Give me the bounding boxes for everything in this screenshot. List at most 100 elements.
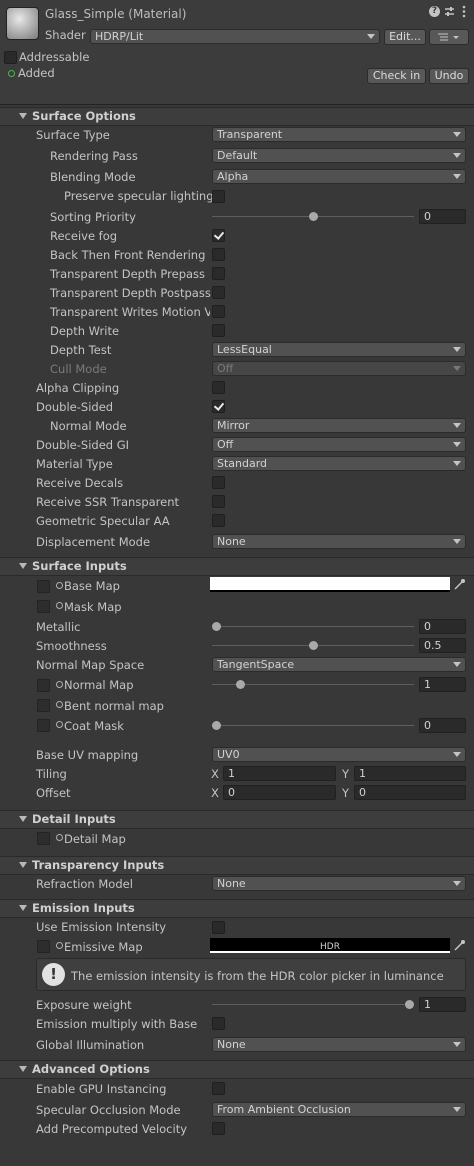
back-then-front-checkbox[interactable] bbox=[212, 248, 225, 261]
normal-map-space-dropdown[interactable]: TangentSpace bbox=[212, 657, 466, 672]
normal-mode-label: Normal Mode bbox=[50, 419, 127, 433]
displacement-mode-dropdown[interactable]: None bbox=[212, 534, 466, 549]
section-surface-inputs[interactable]: Surface Inputs bbox=[0, 557, 474, 576]
refraction-model-dropdown[interactable]: None bbox=[212, 876, 466, 891]
texture-picker-icon[interactable] bbox=[56, 834, 63, 841]
material-header: Glass_Simple (Material) ? Shader HDRP/Li… bbox=[0, 0, 474, 105]
normal-map-field[interactable]: 1 bbox=[419, 677, 466, 692]
alpha-clipping-checkbox[interactable] bbox=[212, 381, 225, 394]
eyedropper-icon[interactable] bbox=[453, 578, 466, 591]
receive-ssr-checkbox[interactable] bbox=[212, 495, 225, 508]
offset-y-field[interactable]: 0 bbox=[354, 785, 466, 800]
more-icon[interactable] bbox=[461, 5, 467, 18]
section-emission-inputs[interactable]: Emission Inputs bbox=[0, 899, 474, 918]
texture-picker-icon[interactable] bbox=[56, 602, 63, 609]
depth-test-value: LessEqual bbox=[217, 343, 272, 356]
smoothness-field[interactable]: 0.5 bbox=[419, 638, 466, 653]
texture-picker-icon[interactable] bbox=[56, 681, 63, 688]
base-map-texture-slot[interactable] bbox=[37, 580, 50, 593]
exposure-weight-slider-track[interactable] bbox=[212, 1004, 414, 1005]
eyedropper-icon[interactable] bbox=[453, 939, 466, 952]
rendering-pass-dropdown[interactable]: Default bbox=[212, 148, 466, 163]
chevron-down-icon bbox=[453, 442, 461, 447]
base-uv-dropdown[interactable]: UV0 bbox=[212, 747, 466, 762]
precomputed-velocity-checkbox[interactable] bbox=[212, 1122, 225, 1135]
metallic-slider-track[interactable] bbox=[212, 626, 414, 627]
hdr-tag: HDR bbox=[320, 942, 340, 952]
base-uv-label: Base UV mapping bbox=[36, 748, 139, 762]
addressable-checkbox[interactable] bbox=[4, 51, 17, 64]
edit-shader-button[interactable]: Edit... bbox=[384, 29, 426, 45]
tiling-label: Tiling bbox=[36, 767, 67, 781]
use-emission-intensity-checkbox[interactable] bbox=[212, 921, 225, 934]
depth-postpass-checkbox[interactable] bbox=[212, 286, 225, 299]
gpu-instancing-checkbox[interactable] bbox=[212, 1082, 225, 1095]
metallic-slider-handle[interactable] bbox=[212, 622, 221, 631]
section-title: Detail Inputs bbox=[32, 812, 116, 826]
emissive-map-texture-slot[interactable] bbox=[37, 940, 50, 953]
exposure-weight-field[interactable]: 1 bbox=[419, 997, 466, 1012]
preserve-specular-label: Preserve specular lighting bbox=[64, 189, 214, 203]
motion-vectors-checkbox[interactable] bbox=[212, 305, 225, 318]
normal-map-texture-slot[interactable] bbox=[37, 679, 50, 692]
presets-icon[interactable] bbox=[444, 6, 455, 17]
texture-picker-icon[interactable] bbox=[56, 701, 63, 708]
specular-occlusion-dropdown[interactable]: From Ambient Occlusion bbox=[212, 1102, 466, 1117]
section-transparency-inputs[interactable]: Transparency Inputs bbox=[0, 856, 474, 875]
coat-mask-slider-handle[interactable] bbox=[212, 721, 221, 730]
geometric-aa-checkbox[interactable] bbox=[212, 514, 225, 527]
depth-write-checkbox[interactable] bbox=[212, 324, 225, 337]
emissive-color-swatch[interactable]: HDR bbox=[210, 938, 450, 953]
texture-picker-icon[interactable] bbox=[56, 721, 63, 728]
offset-x-field[interactable]: 0 bbox=[223, 785, 336, 800]
help-icon[interactable]: ? bbox=[429, 6, 440, 17]
coat-mask-field[interactable]: 0 bbox=[419, 718, 466, 733]
material-type-value: Standard bbox=[217, 457, 268, 470]
mask-map-label: Mask Map bbox=[64, 600, 122, 614]
material-type-dropdown[interactable]: Standard bbox=[212, 456, 466, 471]
normal-map-label: Normal Map bbox=[64, 678, 134, 692]
receive-fog-checkbox[interactable] bbox=[212, 229, 225, 242]
normal-map-slider-handle[interactable] bbox=[236, 680, 246, 689]
double-sided-gi-dropdown[interactable]: Off bbox=[212, 437, 466, 452]
depth-test-dropdown[interactable]: LessEqual bbox=[212, 342, 466, 357]
coat-mask-slider-track[interactable] bbox=[212, 725, 414, 726]
emission-multiply-checkbox[interactable] bbox=[212, 1017, 225, 1030]
tiling-x-field[interactable]: 1 bbox=[223, 766, 336, 781]
detail-map-texture-slot[interactable] bbox=[37, 832, 50, 845]
refraction-model-label: Refraction Model bbox=[36, 877, 133, 891]
bent-normal-texture-slot[interactable] bbox=[37, 699, 50, 712]
exposure-weight-slider-handle[interactable] bbox=[405, 1000, 414, 1009]
coat-mask-texture-slot[interactable] bbox=[37, 719, 50, 732]
section-advanced-options[interactable]: Advanced Options bbox=[0, 1060, 474, 1079]
tiling-y-field[interactable]: 1 bbox=[354, 766, 466, 781]
refraction-model-value: None bbox=[217, 877, 246, 890]
preserve-specular-checkbox[interactable] bbox=[212, 190, 225, 203]
section-surface-options[interactable]: Surface Options bbox=[0, 107, 474, 126]
double-sided-checkbox[interactable] bbox=[212, 400, 225, 413]
section-detail-inputs[interactable]: Detail Inputs bbox=[0, 810, 474, 829]
texture-picker-icon[interactable] bbox=[56, 942, 63, 949]
normal-mode-dropdown[interactable]: Mirror bbox=[212, 418, 466, 433]
double-sided-gi-value: Off bbox=[217, 438, 234, 451]
depth-prepass-checkbox[interactable] bbox=[212, 267, 225, 280]
undo-button[interactable]: Undo bbox=[429, 68, 469, 84]
sorting-priority-field[interactable]: 0 bbox=[419, 209, 466, 224]
blending-mode-dropdown[interactable]: Alpha bbox=[212, 169, 466, 184]
chevron-down-icon bbox=[453, 461, 461, 466]
surface-type-dropdown[interactable]: Transparent bbox=[212, 127, 466, 142]
double-sided-label: Double-Sided bbox=[36, 400, 114, 414]
sorting-priority-slider-handle[interactable] bbox=[308, 212, 318, 221]
global-illumination-dropdown[interactable]: None bbox=[212, 1037, 466, 1052]
metallic-field[interactable]: 0 bbox=[419, 619, 466, 634]
shader-dropdown[interactable]: HDRP/Lit bbox=[90, 29, 380, 44]
list-options-button[interactable] bbox=[429, 29, 469, 45]
check-in-button[interactable]: Check in bbox=[367, 68, 426, 84]
texture-picker-icon[interactable] bbox=[56, 582, 63, 589]
receive-decals-checkbox[interactable] bbox=[212, 476, 225, 489]
emission-multiply-label: Emission multiply with Base bbox=[36, 1017, 198, 1031]
base-map-color-swatch[interactable] bbox=[210, 577, 450, 592]
smoothness-label: Smoothness bbox=[36, 639, 107, 653]
mask-map-texture-slot[interactable] bbox=[37, 600, 50, 613]
smoothness-slider-handle[interactable] bbox=[308, 641, 318, 650]
